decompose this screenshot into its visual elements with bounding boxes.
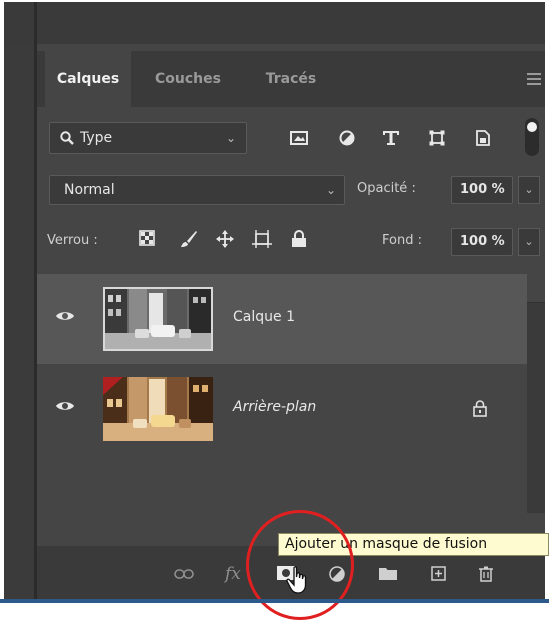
layer-thumbnail <box>103 377 213 441</box>
lock-icon[interactable] <box>291 230 307 248</box>
blend-mode-select[interactable]: Normal ⌄ <box>49 175 345 205</box>
lock-transparent-pixels-icon[interactable] <box>139 230 155 246</box>
search-icon <box>60 131 74 145</box>
new-layer-icon[interactable] <box>431 566 446 581</box>
layer-name[interactable]: Arrière-plan <box>233 399 316 415</box>
adjustment-filter-icon[interactable] <box>339 130 355 146</box>
top-band <box>4 2 545 44</box>
panel-tabs: Calques Couches Tracés <box>37 51 545 107</box>
tab-calques[interactable]: Calques <box>45 51 131 107</box>
layers-panel-window: Calques Couches Tracés Type ⌄ Normal ⌄ O… <box>4 2 545 599</box>
layer-filter-select[interactable]: Type ⌄ <box>49 122 247 154</box>
layer-lock-icon[interactable] <box>473 400 487 417</box>
blend-mode-label: Normal <box>64 182 115 198</box>
layers-scrollbar[interactable] <box>527 303 545 513</box>
fill-chevron-icon[interactable]: ⌄ <box>518 228 540 256</box>
fill-label: Fond : <box>382 233 422 248</box>
fx-icon[interactable]: fx <box>225 564 241 584</box>
move-icon[interactable] <box>216 230 234 248</box>
adjustment-layer-icon[interactable] <box>329 566 345 582</box>
image-filter-icon[interactable] <box>290 130 308 146</box>
folder-icon[interactable] <box>379 566 397 580</box>
chevron-down-icon: ⌄ <box>225 131 236 145</box>
chevron-down-icon: ⌄ <box>325 183 336 197</box>
link-icon[interactable] <box>174 569 194 579</box>
eye-icon[interactable] <box>55 400 75 412</box>
panel-menu-icon[interactable] <box>527 73 541 85</box>
layers-panel: Calques Couches Tracés Type ⌄ Normal ⌄ O… <box>37 44 545 599</box>
layer-row[interactable]: Calque 1 <box>37 274 527 364</box>
smart-object-filter-icon[interactable] <box>475 130 490 146</box>
fill-value: 100 % <box>460 234 505 249</box>
window-bottom-edge <box>0 599 549 603</box>
type-filter-icon[interactable] <box>382 130 400 146</box>
tab-traces[interactable]: Tracés <box>249 51 333 107</box>
opacity-input[interactable]: 100 % <box>451 176 513 204</box>
brush-icon[interactable] <box>180 230 198 248</box>
filter-label: Type <box>80 130 113 146</box>
layer-thumbnail <box>103 287 213 351</box>
fill-input[interactable]: 100 % <box>451 228 513 256</box>
filter-toggle[interactable] <box>525 118 539 156</box>
eye-icon[interactable] <box>55 310 75 322</box>
layer-name[interactable]: Calque 1 <box>233 309 295 325</box>
opacity-value: 100 % <box>460 182 505 197</box>
opacity-label: Opacité : <box>357 181 416 196</box>
tab-couches[interactable]: Couches <box>139 51 237 107</box>
layer-row[interactable]: Arrière-plan <box>37 364 527 454</box>
shape-filter-icon[interactable] <box>429 130 445 146</box>
lock-label: Verrou : <box>47 233 98 248</box>
artboard-icon[interactable] <box>252 230 272 248</box>
trash-icon[interactable] <box>479 566 493 582</box>
hand-cursor-icon <box>286 566 307 594</box>
tooltip: Ajouter un masque de fusion <box>278 533 549 556</box>
opacity-chevron-icon[interactable]: ⌄ <box>518 176 540 204</box>
